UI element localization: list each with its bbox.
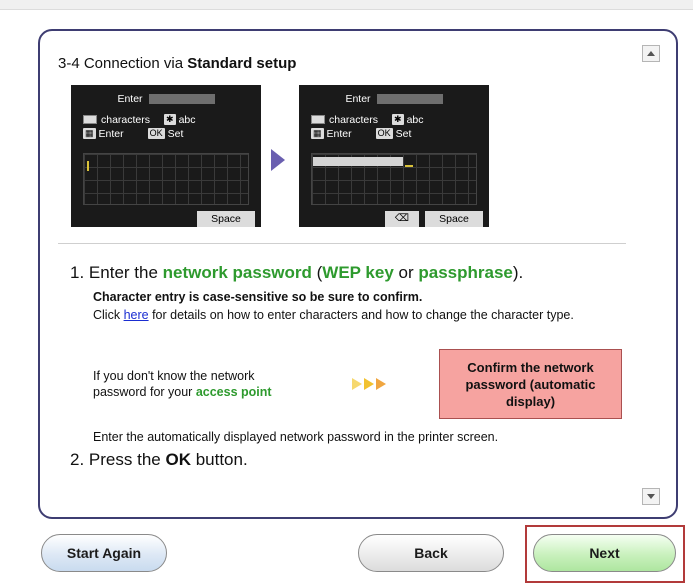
divider: [58, 243, 626, 244]
star-key-icon: ✱: [164, 114, 176, 125]
content-panel: 3-4 Connection via Standard setup Enter …: [38, 29, 678, 519]
dont-know-text: If you don't know the network password f…: [93, 369, 272, 399]
top-strip: [0, 0, 693, 10]
ok-key-icon: OK: [147, 128, 165, 139]
lcd-space-key: Space: [197, 211, 255, 227]
lcd-title: Enter: [71, 93, 261, 105]
text-cursor: [405, 165, 413, 167]
pointer-arrows-icon: [352, 378, 388, 390]
lcd-space-key: Space: [425, 211, 483, 227]
keypad-icon: ▦: [311, 128, 324, 139]
step-2-instruction: 2. Press the OK button.: [70, 450, 248, 469]
auto-display-note: Enter the automatically displayed networ…: [93, 430, 499, 444]
case-sensitive-note: Character entry is case-sensitive so be …: [93, 290, 423, 304]
step-1-instruction: 1. Enter the network password (WEP key o…: [70, 263, 524, 282]
next-arrow-icon: [271, 149, 285, 171]
start-again-button[interactable]: Start Again: [41, 534, 167, 572]
arrow-down-icon: [647, 494, 655, 499]
printer-screen-filled: Enter characters ✱ abc ▦ Enter OK Set ⌫ …: [299, 85, 489, 227]
star-key-icon: ✱: [392, 114, 404, 125]
lcd-row-chars: characters ✱ abc: [311, 113, 424, 126]
ok-key-icon: OK: [375, 128, 393, 139]
lcd-row-enter: ▦ Enter OK Set: [311, 127, 412, 140]
text-cursor: [87, 161, 89, 171]
vertical-scrollbar[interactable]: [642, 45, 660, 505]
backspace-icon: ⌫: [385, 211, 419, 227]
scroll-down-button[interactable]: [642, 488, 660, 505]
scroll-up-button[interactable]: [642, 45, 660, 62]
next-button[interactable]: Next: [533, 534, 676, 572]
here-link[interactable]: here: [124, 308, 149, 322]
lcd-row-enter: ▦ Enter OK Set: [83, 127, 184, 140]
lcd-title: Enter: [299, 93, 489, 105]
lcd-row-chars: characters ✱ abc: [83, 113, 196, 126]
details-text: Click here for details on how to enter c…: [93, 308, 574, 322]
char-count-icon: [311, 115, 325, 124]
printer-screen-empty: Enter characters ✱ abc ▦ Enter OK Set Sp…: [71, 85, 261, 227]
arrow-up-icon: [647, 51, 655, 56]
confirm-password-button[interactable]: Confirm the network password (automatic …: [439, 349, 622, 419]
entered-characters: [313, 157, 403, 166]
character-grid: [83, 153, 249, 205]
section-heading: 3-4 Connection via Standard setup: [58, 55, 297, 72]
keypad-icon: ▦: [83, 128, 96, 139]
char-count-icon: [83, 115, 97, 124]
back-button[interactable]: Back: [358, 534, 504, 572]
